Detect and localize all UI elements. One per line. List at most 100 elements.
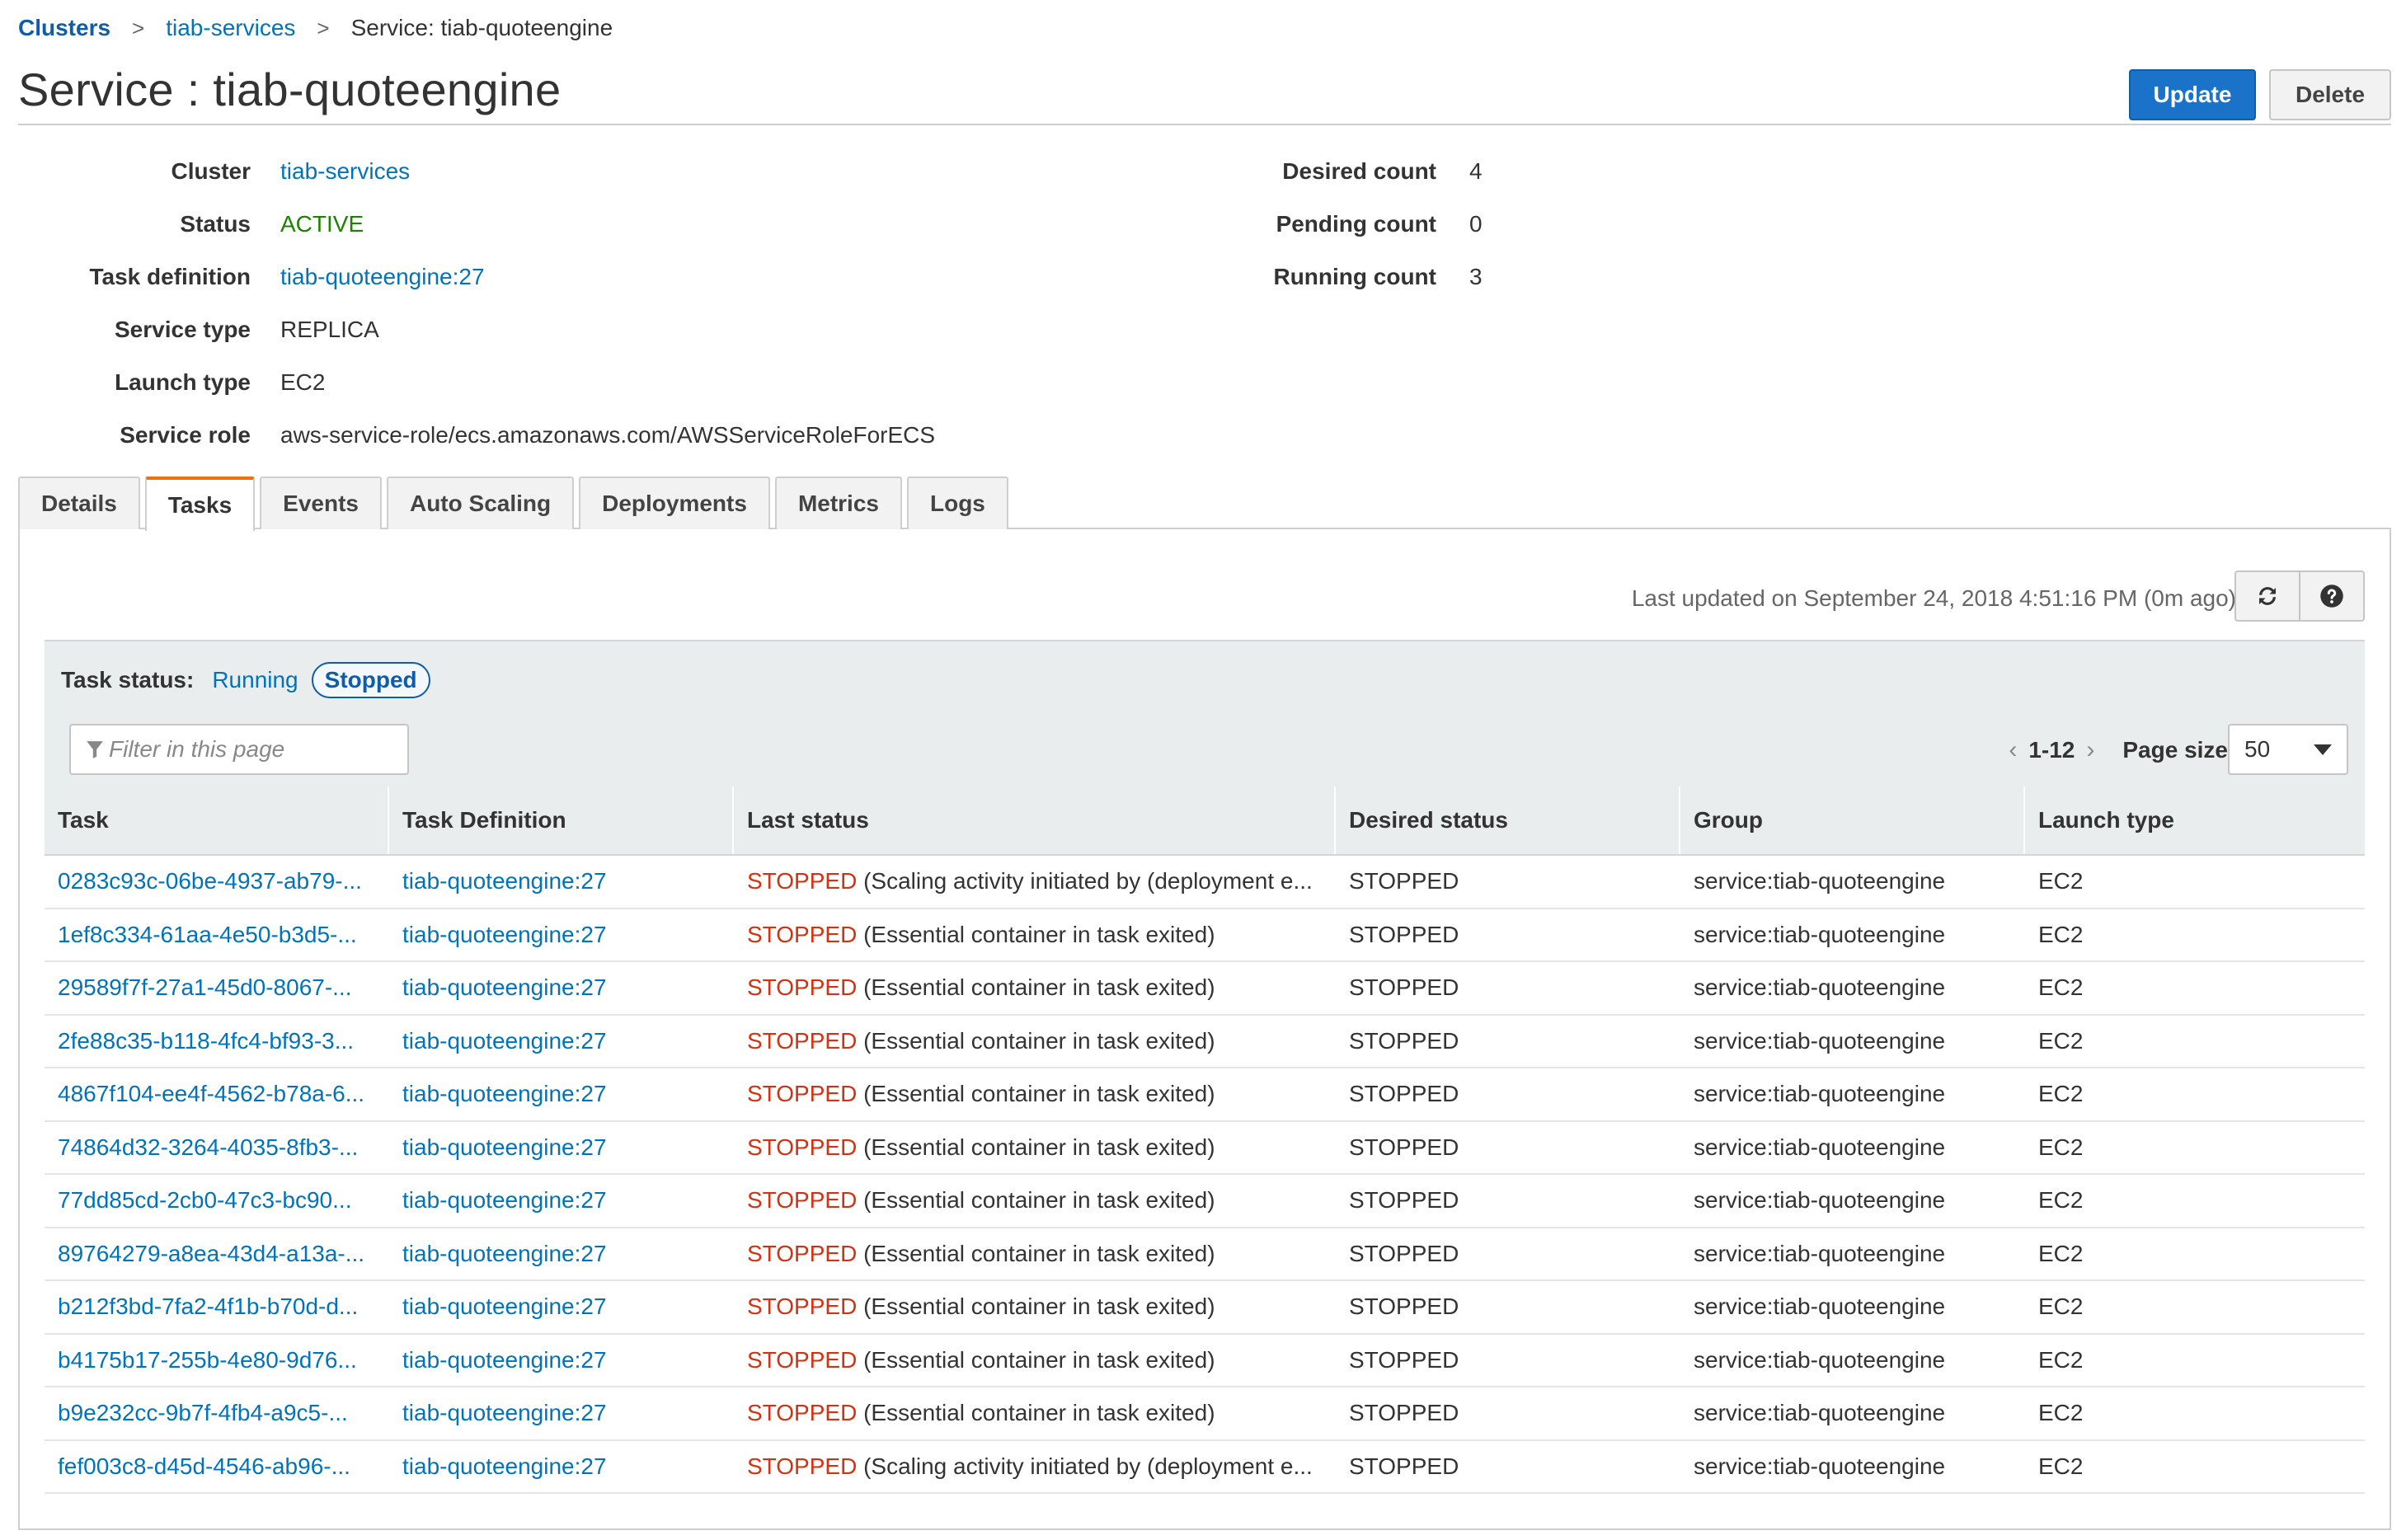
table-row: 29589f7f-27a1-45d0-8067-... tiab-quoteeng… [45, 962, 2365, 1016]
group-cell: service:tiab-quoteengine [1680, 1016, 2025, 1068]
task-link[interactable]: 89764279-a8ea-43d4-a13a-... [58, 1241, 364, 1267]
group-cell: service:tiab-quoteengine [1680, 1122, 2025, 1174]
group-value: service:tiab-quoteengine [1694, 1134, 1946, 1160]
table-row: b4175b17-255b-4e80-9d76... tiab-quoteengi… [45, 1335, 2365, 1387]
task-link[interactable]: 29589f7f-27a1-45d0-8067-... [58, 974, 352, 1001]
task-definition-link[interactable]: tiab-quoteengine:27 [402, 1453, 607, 1480]
task-definition-cell: tiab-quoteengine:27 [389, 1335, 734, 1387]
chevron-left-icon[interactable]: ‹ [2009, 736, 2017, 764]
tab-auto-scaling[interactable]: Auto Scaling [386, 477, 575, 529]
task-link[interactable]: 2fe88c35-b118-4fc4-bf93-3... [58, 1028, 354, 1054]
task-link[interactable]: 0283c93c-06be-4937-ab79-... [58, 868, 362, 894]
task-link[interactable]: 77dd85cd-2cb0-47c3-bc90... [58, 1187, 351, 1214]
task-link[interactable]: fef003c8-d45d-4546-ab96-... [58, 1453, 350, 1480]
last-status-cell: STOPPED (Essential container in task exi… [734, 909, 1336, 961]
desired-status-cell: STOPPED [1336, 1228, 1680, 1280]
detail-label: Service role [120, 422, 251, 448]
running-count-value: 3 [1469, 264, 1483, 289]
column-header-task[interactable]: Task [45, 786, 389, 854]
refresh-button[interactable] [2234, 570, 2300, 622]
task-status-stopped[interactable]: Stopped [311, 662, 430, 698]
desired-status-cell: STOPPED [1336, 1068, 1680, 1120]
desired-status-cell: STOPPED [1336, 1335, 1680, 1387]
cluster-link[interactable]: tiab-services [280, 158, 410, 185]
delete-button[interactable]: Delete [2269, 69, 2391, 120]
filter-input[interactable]: Filter in this page [69, 724, 409, 775]
launch-type-cell: EC2 [2025, 962, 2365, 1014]
column-header-launch-type[interactable]: Launch type [2025, 786, 2365, 854]
detail-launch-type: Launch type EC2 [0, 366, 1237, 399]
task-cell: 74864d32-3264-4035-8fb3-... [45, 1122, 389, 1174]
launch-type-cell: EC2 [2025, 1175, 2365, 1227]
task-link[interactable]: b9e232cc-9b7f-4fb4-a9c5-... [58, 1400, 348, 1426]
task-definition-link[interactable]: tiab-quoteengine:27 [402, 974, 607, 1001]
task-definition-link[interactable]: tiab-quoteengine:27 [402, 1294, 607, 1320]
table-row: b212f3bd-7fa2-4f1b-b70d-d... tiab-quoteen… [45, 1281, 2365, 1335]
last-status-reason: (Essential container in task exited) [863, 1240, 1215, 1266]
tab-metrics[interactable]: Metrics [774, 477, 902, 529]
task-definition-link[interactable]: tiab-quoteengine:27 [402, 1241, 607, 1267]
desired-status-value: STOPPED [1349, 921, 1459, 947]
page-size-select[interactable]: 50 [2228, 724, 2348, 775]
launch-type-value: EC2 [2038, 974, 2084, 1001]
task-definition-link[interactable]: tiab-quoteengine:27 [402, 1400, 607, 1426]
tab-tasks[interactable]: Tasks [144, 477, 256, 531]
page-range: 1-12 [2028, 737, 2075, 763]
task-status-running[interactable]: Running [212, 667, 298, 693]
help-button[interactable] [2299, 570, 2365, 622]
task-link[interactable]: b212f3bd-7fa2-4f1b-b70d-d... [58, 1294, 358, 1320]
task-definition-link[interactable]: tiab-quoteengine:27 [402, 1028, 607, 1054]
desired-status-value: STOPPED [1349, 1134, 1459, 1160]
launch-type-value: EC2 [2038, 1400, 2084, 1426]
task-cell: 29589f7f-27a1-45d0-8067-... [45, 962, 389, 1014]
group-value: service:tiab-quoteengine [1694, 1453, 1946, 1479]
pagination: ‹ 1-12 › Page size [1997, 734, 2228, 767]
task-link[interactable]: 1ef8c334-61aa-4e50-b3d5-... [58, 922, 357, 948]
task-link[interactable]: 74864d32-3264-4035-8fb3-... [58, 1134, 358, 1161]
column-header-last-status[interactable]: Last status [734, 786, 1336, 854]
column-header-task-definition[interactable]: Task Definition [389, 786, 734, 854]
chevron-right-icon[interactable]: › [2086, 736, 2094, 764]
launch-type-value: EC2 [2038, 868, 2084, 894]
launch-type-value: EC2 [2038, 1240, 2084, 1266]
group-cell: service:tiab-quoteengine [1680, 909, 2025, 961]
column-header-desired-status[interactable]: Desired status [1336, 786, 1680, 854]
task-definition-link[interactable]: tiab-quoteengine:27 [402, 1134, 607, 1161]
table-row: 4867f104-ee4f-4562-b78a-6... tiab-quoteen… [45, 1068, 2365, 1122]
task-cell: 0283c93c-06be-4937-ab79-... [45, 856, 389, 908]
task-definition-cell: tiab-quoteengine:27 [389, 962, 734, 1014]
task-definition-link[interactable]: tiab-quoteengine:27 [402, 922, 607, 948]
task-definition-cell: tiab-quoteengine:27 [389, 1281, 734, 1333]
task-definition-link[interactable]: tiab-quoteengine:27 [402, 1187, 607, 1214]
group-cell: service:tiab-quoteengine [1680, 1387, 2025, 1439]
detail-label: Pending count [1276, 211, 1436, 237]
page-size-label: Page size [2122, 737, 2228, 763]
desired-status-cell: STOPPED [1336, 1441, 1680, 1493]
task-definition-link[interactable]: tiab-quoteengine:27 [402, 1081, 607, 1107]
task-definition-link[interactable]: tiab-quoteengine:27 [402, 1347, 607, 1373]
launch-type-value: EC2 [2038, 1346, 2084, 1373]
tab-deployments[interactable]: Deployments [579, 477, 770, 529]
breadcrumb-separator: > [317, 15, 330, 40]
task-definition-link[interactable]: tiab-quoteengine:27 [402, 868, 607, 894]
column-header-group[interactable]: Group [1680, 786, 2025, 854]
task-link[interactable]: 4867f104-ee4f-4562-b78a-6... [58, 1081, 364, 1107]
last-status-reason: (Essential container in task exited) [863, 1346, 1215, 1373]
group-cell: service:tiab-quoteengine [1680, 1228, 2025, 1280]
last-status-value: STOPPED [747, 1453, 858, 1479]
tab-events[interactable]: Events [260, 477, 382, 529]
help-icon [2320, 585, 2343, 608]
launch-type-cell: EC2 [2025, 909, 2365, 961]
group-value: service:tiab-quoteengine [1694, 1240, 1946, 1266]
tab-logs[interactable]: Logs [906, 477, 1008, 529]
breadcrumb-clusters[interactable]: Clusters [18, 15, 110, 41]
task-definition-link[interactable]: tiab-quoteengine:27 [280, 264, 485, 290]
tab-details[interactable]: Details [18, 477, 140, 529]
task-status-label: Task status: [61, 667, 195, 693]
breadcrumb-cluster[interactable]: tiab-services [166, 15, 295, 41]
task-link[interactable]: b4175b17-255b-4e80-9d76... [58, 1347, 357, 1373]
last-status-value: STOPPED [747, 1400, 858, 1426]
launch-type-cell: EC2 [2025, 1228, 2365, 1280]
update-button[interactable]: Update [2129, 69, 2256, 120]
detail-cluster: Cluster tiab-services [0, 155, 1237, 188]
